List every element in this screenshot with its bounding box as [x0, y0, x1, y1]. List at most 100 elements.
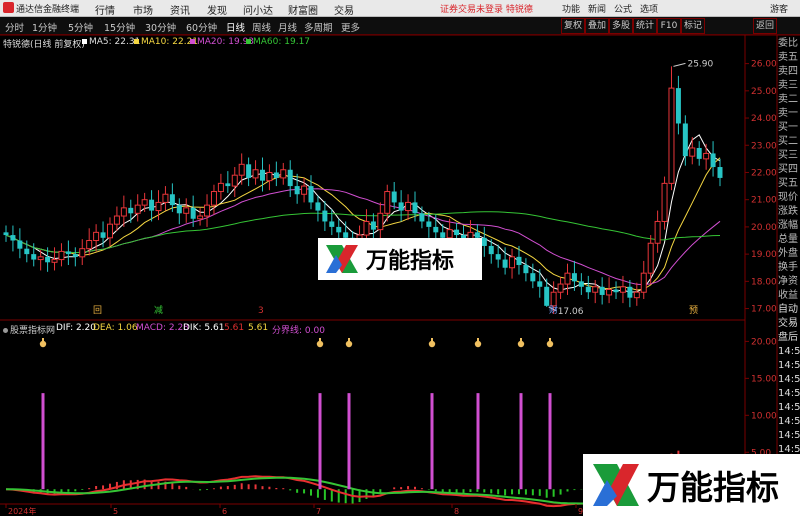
- candle-down: [287, 169, 293, 187]
- candle-up: [252, 169, 259, 179]
- candle-down: [259, 169, 265, 181]
- candle-down: [599, 286, 605, 295]
- candle-down: [495, 254, 501, 260]
- candle-down: [10, 235, 16, 241]
- signal-hand-finger: [319, 338, 321, 343]
- event-marker: 回: [93, 305, 102, 316]
- candle-down: [419, 213, 425, 222]
- event-marker: 财: [549, 304, 558, 316]
- candle-down: [176, 205, 182, 214]
- watermark-corner-text: 万能指标: [647, 468, 779, 507]
- candle-down: [544, 286, 550, 306]
- candle-down: [474, 232, 480, 238]
- candle-up: [231, 174, 238, 187]
- candle-up: [51, 259, 58, 263]
- candle-up: [58, 250, 65, 261]
- candle-down: [31, 254, 37, 260]
- date-axis: 2024年 5 6 7 8 9: [5, 504, 583, 516]
- candle-up: [217, 182, 224, 193]
- candle-up: [703, 152, 710, 160]
- candle-up: [238, 163, 245, 176]
- price-tick-label: 26.00: [751, 60, 777, 70]
- candle-down: [613, 289, 619, 293]
- watermark-center: 万能指标: [318, 238, 482, 280]
- candle-up: [204, 204, 211, 217]
- candle-up: [592, 286, 599, 293]
- watermark-corner: 万能指标: [583, 454, 800, 516]
- candle-up: [113, 215, 120, 225]
- candle-down: [585, 286, 591, 293]
- candle-up: [509, 256, 516, 269]
- candle-up: [377, 212, 384, 231]
- candle-up: [86, 240, 93, 250]
- candle-up: [550, 291, 557, 307]
- candle-down: [710, 153, 716, 168]
- candle-down: [190, 207, 196, 219]
- price-tick-label: 18.00: [751, 277, 777, 287]
- candle-up: [633, 291, 640, 299]
- candle-down: [675, 88, 681, 124]
- candle-down: [308, 186, 314, 203]
- candle-down: [273, 172, 279, 178]
- candle-down: [315, 202, 321, 211]
- signal-bar: [430, 393, 434, 490]
- high-pointer: [673, 62, 686, 67]
- candle-up: [405, 201, 412, 212]
- price-tick-label: 19.00: [751, 250, 777, 260]
- candle-up: [37, 256, 44, 261]
- candle-down: [627, 286, 633, 298]
- candle-down: [571, 273, 577, 282]
- candle-down: [72, 254, 78, 257]
- price-tick-label: 24.00: [751, 114, 777, 124]
- candle-up: [266, 171, 273, 182]
- date-tick-label: 5: [113, 507, 118, 516]
- candle-up: [155, 201, 162, 212]
- candle-up: [661, 182, 668, 222]
- signal-hand-finger: [520, 338, 522, 343]
- candle-down: [169, 194, 175, 206]
- watermark-text: 万能指标: [366, 249, 455, 274]
- candle-down: [682, 123, 688, 157]
- candle-down: [398, 202, 404, 211]
- date-tick-label: 2024年: [8, 506, 36, 516]
- watermark-logo-icon: [326, 245, 358, 273]
- high-label: 25.90: [687, 59, 713, 69]
- candle-down: [336, 226, 342, 233]
- candle-up: [668, 87, 675, 184]
- candle-down: [225, 183, 231, 187]
- candle-down: [696, 147, 702, 159]
- candle-up: [363, 220, 370, 236]
- signal-hand-finger: [477, 338, 479, 343]
- candle-up: [654, 220, 661, 244]
- price-tick-label: 17.00: [751, 305, 777, 315]
- candle-up: [280, 169, 287, 179]
- signal-hand-finger: [431, 338, 433, 343]
- signal-bar: [347, 393, 351, 490]
- candle-down: [17, 240, 23, 249]
- date-tick-label: 6: [222, 507, 227, 516]
- candle-down: [391, 191, 397, 203]
- signal-bar: [318, 393, 322, 490]
- candle-down: [440, 232, 446, 238]
- candle-down: [24, 248, 30, 255]
- price-tick-label: 21.00: [751, 196, 777, 206]
- candle-up: [120, 207, 127, 217]
- candle-down: [523, 265, 529, 274]
- candle-down: [128, 207, 134, 214]
- candle-down: [530, 273, 536, 282]
- candle-down: [45, 256, 51, 263]
- signal-bar: [519, 393, 523, 490]
- candle-up: [640, 272, 647, 293]
- candle-up: [606, 289, 613, 296]
- candle-up: [301, 185, 308, 195]
- date-tick-label: 8: [454, 507, 459, 516]
- macd-tick-label: 15.00: [751, 374, 777, 384]
- candle-down: [322, 210, 328, 222]
- candle-down: [578, 281, 584, 287]
- price-tick-label: 20.00: [751, 223, 777, 233]
- candle-down: [294, 186, 300, 195]
- candle-up: [197, 215, 204, 220]
- price-tick-label: 25.00: [751, 87, 777, 97]
- candle-down: [329, 221, 335, 227]
- signal-hand-finger: [549, 338, 551, 343]
